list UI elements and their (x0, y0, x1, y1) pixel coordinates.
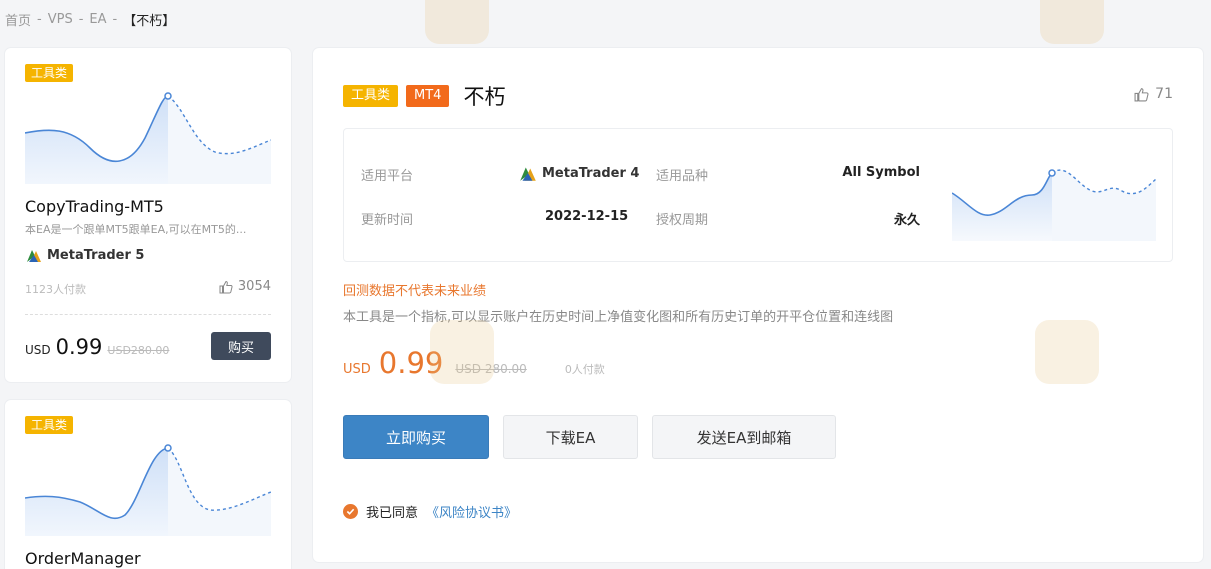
update-label: 更新时间 (361, 213, 414, 228)
buy-now-button[interactable]: 立即购买 (343, 415, 489, 459)
license-value: 永久 (893, 213, 920, 228)
like-button[interactable]: 71 (1134, 86, 1173, 102)
like-count: 71 (1155, 86, 1173, 102)
buy-button[interactable]: 购买 (211, 332, 271, 360)
license-label: 授权周期 (656, 213, 709, 228)
divider (25, 314, 271, 315)
check-icon (346, 508, 355, 515)
breadcrumb-sep: - (37, 12, 42, 27)
agreement: 我已同意 《风险协议书》 (343, 502, 517, 521)
like-count: 3054 (237, 279, 271, 294)
breadcrumb-ea[interactable]: EA (89, 12, 106, 27)
platform-value: MetaTrader 4 (518, 163, 639, 183)
watermark-logo (1040, 0, 1104, 44)
product-title[interactable]: CopyTrading-MT5 (25, 197, 164, 216)
symbol-label: 适用品种 (656, 169, 709, 184)
metatrader-icon (520, 167, 536, 181)
category-tag: 工具类 (25, 416, 74, 434)
original-price: USD 280.00 (455, 362, 527, 376)
breadcrumb-sep: - (112, 12, 118, 27)
platform-tag: MT4 (406, 85, 450, 107)
update-value: 2022-12-15 (545, 209, 629, 224)
price-currency: USD (25, 343, 51, 357)
paid-count: 1123人付款 (25, 283, 86, 296)
risk-warning: 回测数据不代表未来业绩 (343, 284, 487, 299)
like-button[interactable]: 3054 (219, 279, 271, 294)
breadcrumb-current: 【不朽】 (123, 14, 176, 29)
breadcrumb-sep: - (78, 12, 84, 27)
paid-count: 0人付款 (564, 363, 605, 376)
product-card[interactable]: 工具类 CopyTrading-MT5 本EA是一个跟单MT5跟单EA,可以在M… (5, 48, 291, 382)
product-name: 不朽 (463, 85, 506, 109)
breadcrumb: 首页 - VPS - EA - 【不朽】 (5, 10, 175, 29)
send-email-button[interactable]: 发送EA到邮箱 (652, 415, 836, 459)
agree-checkbox[interactable] (343, 504, 358, 519)
risk-agreement-link[interactable]: 《风险协议书》 (426, 502, 517, 521)
price-value: 0.99 (55, 335, 103, 359)
product-desc: 本工具是一个指标,可以显示账户在历史时间上净值变化图和所有历史订单的开平仓位置和… (343, 310, 894, 325)
platform-value-text: MetaTrader 4 (542, 165, 640, 181)
product-header: 工具类 MT4 不朽 (343, 81, 505, 111)
platform-name: MetaTrader 5 (47, 247, 145, 263)
category-tag: 工具类 (343, 85, 399, 107)
thumbs-up-icon (219, 280, 233, 293)
thumbs-up-icon (1134, 87, 1149, 101)
watermark-logo (425, 0, 489, 44)
metatrader-icon (27, 250, 41, 262)
breadcrumb-home[interactable]: 首页 (5, 10, 31, 29)
equity-sparkline (952, 169, 1156, 241)
platform-logo: MetaTrader 5 (25, 246, 144, 264)
price-currency: USD (343, 362, 371, 377)
download-ea-button[interactable]: 下载EA (503, 415, 638, 459)
price: USD 0.99 USD 280.00 0人付款 (343, 346, 605, 380)
product-detail: 工具类 MT4 不朽 71 适用平台 MetaTrader 4 适用品种 All… (313, 48, 1203, 562)
product-title[interactable]: OrderManager (25, 549, 141, 568)
product-card[interactable]: 工具类 OrderManager (5, 400, 291, 569)
category-tag: 工具类 (25, 64, 74, 82)
equity-sparkline (25, 92, 271, 184)
platform-label: 适用平台 (361, 169, 414, 184)
price-value: 0.99 (378, 346, 444, 380)
info-panel: 适用平台 MetaTrader 4 适用品种 All Symbol 更新时间 2… (343, 128, 1173, 262)
breadcrumb-vps[interactable]: VPS (48, 12, 73, 27)
original-price: USD280.00 (107, 344, 170, 357)
price: USD 0.99 USD280.00 (25, 335, 169, 359)
equity-sparkline (25, 444, 271, 536)
symbol-value: All Symbol (842, 165, 920, 180)
agree-text: 我已同意 (366, 506, 419, 521)
product-desc: 本EA是一个跟单MT5跟单EA,可以在MT5的... (25, 223, 247, 236)
